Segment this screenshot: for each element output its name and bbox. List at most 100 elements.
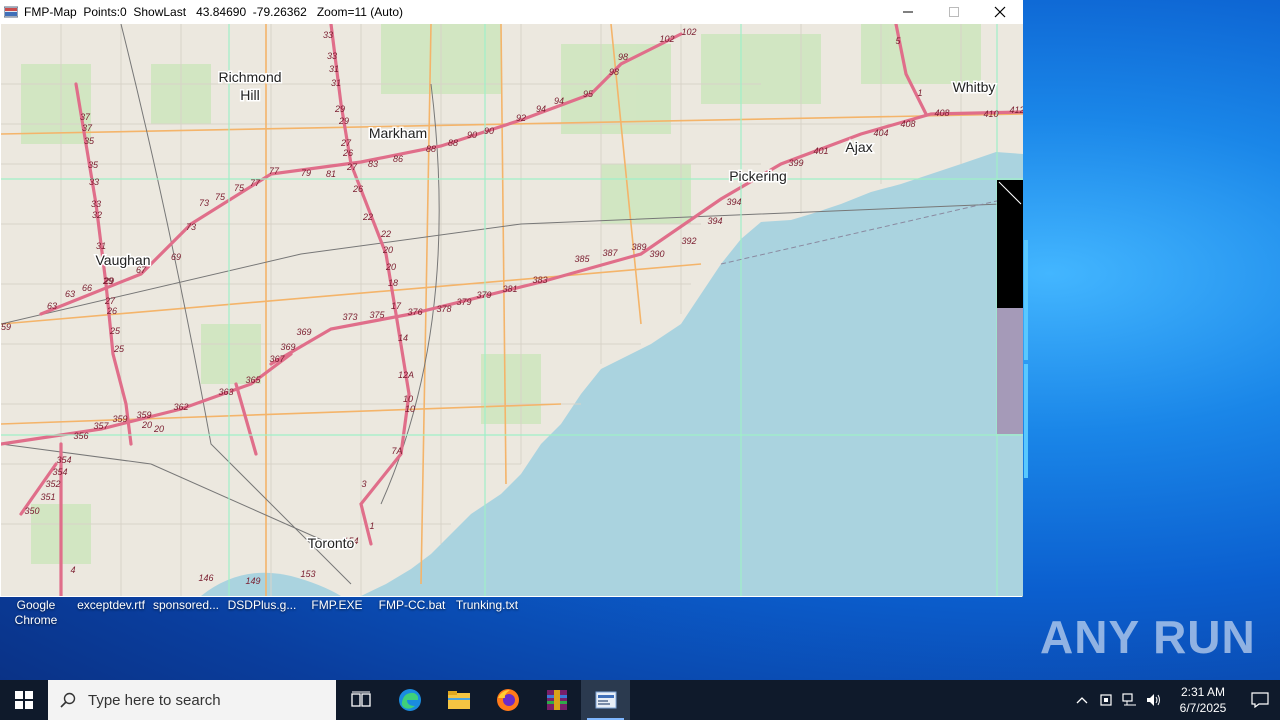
road-number: 352	[45, 479, 60, 489]
road-number: 31	[329, 64, 339, 74]
desktop-icon[interactable]: Trunking.txt	[450, 598, 524, 613]
taskbar-edge[interactable]	[385, 680, 434, 720]
desktop-icon[interactable]: DSDPlus.g...	[225, 598, 299, 613]
road-number: 385	[574, 254, 590, 264]
chevron-up-icon	[1076, 697, 1088, 704]
place-label: Pickering	[729, 168, 787, 184]
road-number: 88	[448, 138, 458, 148]
file-explorer-icon	[447, 691, 470, 709]
road-number: 390	[649, 249, 664, 259]
road-number: 381	[502, 284, 517, 294]
desktop-icon[interactable]: exceptdev.rtf	[74, 598, 148, 613]
road-number: 27	[104, 296, 116, 306]
road-number: 387	[602, 248, 618, 258]
desktop-icon-label: DSDPlus.g...	[227, 598, 297, 612]
place-label: Ajax	[845, 139, 872, 155]
road-number: 35	[84, 136, 95, 146]
road-number: 379	[476, 290, 491, 300]
show-hidden-icons-button[interactable]	[1070, 680, 1094, 720]
road-number: 94	[554, 96, 564, 106]
anyrun-watermark: ANY RUN	[1040, 611, 1256, 663]
road-number: 354	[52, 467, 67, 477]
taskbar-winrar[interactable]	[532, 680, 581, 720]
road-number: 375	[369, 310, 385, 320]
road-number: 17	[391, 301, 402, 311]
road-number: 77	[250, 178, 261, 188]
title-bar[interactable]: FMP-Map Points:0 ShowLast 43.84690 -79.2…	[0, 0, 1023, 24]
taskbar-firefox[interactable]	[483, 680, 532, 720]
volume-icon	[1147, 694, 1160, 706]
road-number: 22	[362, 212, 373, 222]
taskbar-fmp-map[interactable]	[581, 680, 630, 720]
fmp-map-taskbar-icon	[595, 691, 616, 709]
road-number: 27	[346, 162, 358, 172]
road-number: 146	[198, 573, 213, 583]
desktop-icon[interactable]: FMP-CC.bat	[375, 598, 449, 613]
road-number: 7A	[391, 446, 402, 456]
road-number: 153	[300, 569, 315, 579]
task-view-button[interactable]	[336, 680, 385, 720]
desktop-icon-label: sponsored...	[152, 598, 220, 612]
map-canvas[interactable]: 333331312929272627262222202018171412A101…	[1, 24, 1023, 596]
road-number: 18	[388, 278, 398, 288]
close-button[interactable]	[977, 0, 1023, 24]
firefox-icon	[496, 689, 519, 711]
road-number: 20	[141, 420, 152, 430]
road-number: 37	[80, 112, 91, 122]
winrar-icon	[546, 690, 567, 710]
road-number: 3	[361, 479, 366, 489]
fmp-map-app-icon[interactable]	[3, 6, 19, 18]
desktop-icon-label: Google	[16, 598, 56, 612]
road-number: 86	[393, 154, 403, 164]
road-number: 357	[93, 421, 109, 431]
taskbar-file-explorer[interactable]	[434, 680, 483, 720]
network-icon	[1122, 693, 1136, 706]
road-number: 22	[380, 229, 391, 239]
minimize-button[interactable]	[885, 0, 931, 24]
road-number: 27	[340, 138, 352, 148]
road-number: 408	[934, 108, 949, 118]
taskbar-search-box[interactable]: Type here to search	[48, 680, 336, 720]
maximize-icon	[949, 7, 959, 17]
road-number: 362	[173, 402, 188, 412]
road-number: 394	[707, 216, 722, 226]
road-number: 63	[47, 301, 57, 311]
map-view[interactable]: 33 33 31 31 29 29 27 26 27 26 22 22 20 20 18 17 14 12A 10 1…	[1, 24, 1023, 596]
system-tray: 2:31 AM 6/7/2025	[1070, 680, 1280, 720]
clock-date: 6/7/2025	[1179, 701, 1227, 715]
desktop-icon[interactable]: Google Chrome	[0, 598, 73, 628]
place-label: Richmond	[218, 69, 281, 85]
map-overlay-grey	[997, 308, 1023, 434]
window-title: FMP-Map Points:0 ShowLast 43.84690 -79.2…	[24, 5, 403, 19]
desktop-icon[interactable]: FMP.EXE	[300, 598, 374, 613]
desktop-icon-label: Trunking.txt	[455, 598, 519, 612]
road-number: 365	[245, 375, 261, 385]
road-number: 69	[171, 252, 181, 262]
network-button[interactable]	[1118, 680, 1142, 720]
desktop-icon[interactable]: sponsored...	[149, 598, 223, 613]
road-number: 363	[218, 387, 233, 397]
road-number: 26	[106, 306, 117, 316]
search-icon	[60, 692, 76, 708]
road-number: 356	[73, 431, 88, 441]
road-number: 404	[873, 128, 888, 138]
maximize-button[interactable]	[931, 0, 977, 24]
road-number: 73	[186, 222, 196, 232]
start-button[interactable]	[0, 680, 48, 720]
fmp-map-window[interactable]: FMP-Map Points:0 ShowLast 43.84690 -79.2…	[0, 0, 1023, 597]
notification-center-button[interactable]	[1240, 680, 1280, 720]
volume-button[interactable]	[1142, 680, 1166, 720]
network-adapter-button[interactable]	[1094, 680, 1118, 720]
road-number: 98	[618, 52, 628, 62]
road-number: 20	[385, 262, 396, 272]
road-number: 394	[726, 197, 741, 207]
road-number: 25	[113, 344, 125, 354]
map-overlay-dark	[997, 180, 1023, 308]
road-number: 383	[532, 275, 547, 285]
search-placeholder: Type here to search	[88, 691, 221, 709]
road-number: 29	[338, 116, 349, 126]
taskbar-clock[interactable]: 2:31 AM 6/7/2025	[1166, 684, 1240, 716]
desktop-icon-label: FMP.EXE	[311, 598, 363, 612]
close-icon	[994, 6, 1006, 18]
road-number: 31	[331, 78, 341, 88]
